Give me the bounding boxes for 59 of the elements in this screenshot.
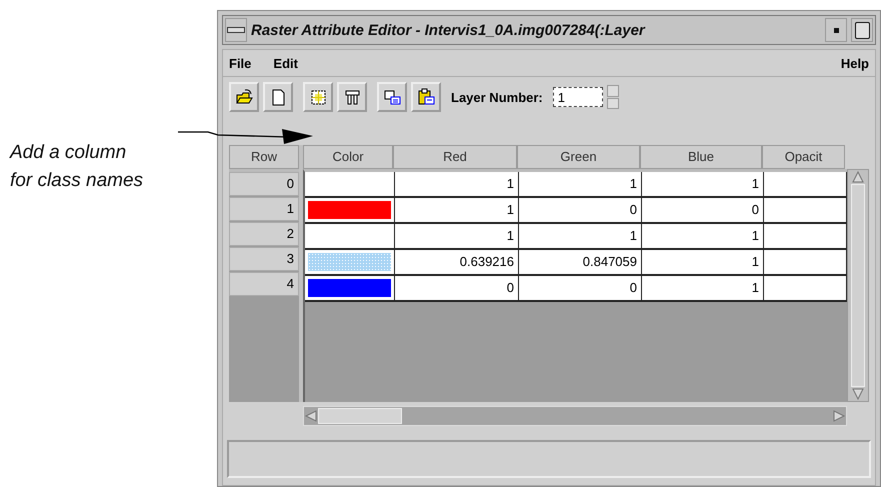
- column-header[interactable]: Green: [517, 145, 640, 169]
- scroll-right-icon[interactable]: [832, 409, 846, 423]
- folder-button[interactable]: [229, 82, 259, 112]
- maximize-button[interactable]: [851, 18, 873, 42]
- window-title: Raster Attribute Editor - Intervis1_0A.img007284(:Layer: [251, 22, 646, 38]
- row-number[interactable]: 4: [229, 272, 299, 296]
- table-cell: 0.639216: [395, 250, 519, 274]
- clipboard-icon: [416, 88, 436, 106]
- scroll-thumb[interactable]: [851, 184, 865, 387]
- table-cell: 0: [395, 276, 519, 300]
- callout-text: Add a column: [10, 141, 126, 165]
- column-header[interactable]: Row: [229, 145, 299, 169]
- color-swatch[interactable]: [308, 201, 391, 219]
- row-number[interactable]: 3: [229, 247, 299, 271]
- table-cell: 0: [519, 276, 642, 300]
- layer-number-field[interactable]: 1: [552, 87, 603, 107]
- copy-icon: [382, 88, 402, 106]
- scroll-thumb[interactable]: [318, 408, 402, 424]
- table-cell: 1: [642, 250, 764, 274]
- table-cell: 0: [642, 198, 764, 222]
- color-swatch[interactable]: [308, 279, 391, 297]
- table-cell: 1: [519, 172, 642, 196]
- copy-button[interactable]: [377, 82, 407, 112]
- columns-button[interactable]: [337, 82, 367, 112]
- row-number[interactable]: 1: [229, 197, 299, 221]
- table-cell: 1: [395, 224, 519, 248]
- menu-item[interactable]: Help: [840, 56, 869, 70]
- column-header[interactable]: Blue: [640, 145, 762, 169]
- row-number[interactable]: 2: [229, 222, 299, 246]
- menu-item[interactable]: Edit: [273, 56, 298, 70]
- page-button[interactable]: [263, 82, 293, 112]
- vertical-scrollbar[interactable]: [847, 169, 869, 402]
- spin-down-button[interactable]: [606, 98, 619, 109]
- table-cell: 1: [395, 198, 519, 222]
- field-label: Layer Number:: [451, 90, 543, 104]
- column-header[interactable]: Opacit: [762, 145, 845, 169]
- column-header[interactable]: Red: [393, 145, 517, 169]
- callout-text: for class names: [10, 169, 144, 193]
- grid-icon: [308, 88, 328, 106]
- table-cell: 0: [519, 198, 642, 222]
- spin-up-button[interactable]: [606, 85, 619, 96]
- window-menu-button[interactable]: [225, 18, 247, 42]
- table-cell: 0.847059: [519, 250, 642, 274]
- scroll-left-icon[interactable]: [304, 409, 318, 423]
- table-cell: 1: [519, 224, 642, 248]
- horizontal-scrollbar[interactable]: [303, 406, 847, 426]
- menu-item[interactable]: File: [229, 56, 252, 70]
- table-cell: 1: [642, 224, 764, 248]
- table-cell: 1: [395, 172, 519, 196]
- grid-button[interactable]: [303, 82, 333, 112]
- row-number[interactable]: 0: [229, 172, 299, 196]
- clipboard-button[interactable]: [411, 82, 441, 112]
- columns-icon: [342, 88, 362, 106]
- table-cell: 1: [642, 172, 764, 196]
- minimize-button[interactable]: [825, 18, 847, 42]
- column-header[interactable]: Color: [303, 145, 393, 169]
- folder-icon: [234, 88, 254, 106]
- color-swatch[interactable]: [308, 253, 391, 271]
- table-cell: 1: [642, 276, 764, 300]
